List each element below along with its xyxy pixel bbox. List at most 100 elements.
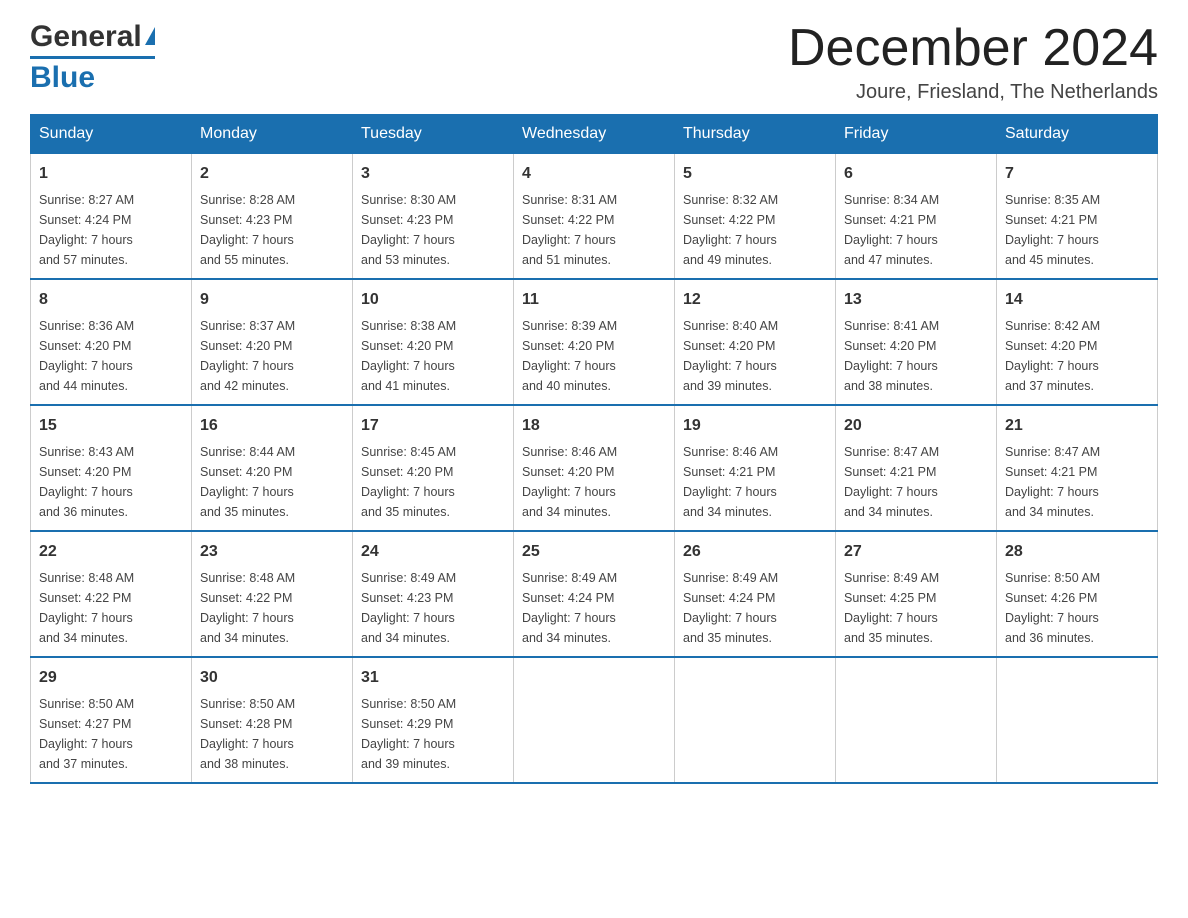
day-info: Sunrise: 8:49 AM Sunset: 4:23 PM Dayligh… xyxy=(361,568,505,648)
logo-general-text: General xyxy=(30,20,142,54)
page-header: General Blue December 2024 Joure, Friesl… xyxy=(30,20,1158,104)
calendar-cell xyxy=(675,657,836,783)
calendar-cell: 6Sunrise: 8:34 AM Sunset: 4:21 PM Daylig… xyxy=(836,154,997,280)
day-number: 22 xyxy=(39,540,183,564)
day-number: 11 xyxy=(522,288,666,312)
day-header-wednesday: Wednesday xyxy=(514,115,675,154)
day-number: 8 xyxy=(39,288,183,312)
day-info: Sunrise: 8:49 AM Sunset: 4:25 PM Dayligh… xyxy=(844,568,988,648)
day-number: 24 xyxy=(361,540,505,564)
day-info: Sunrise: 8:47 AM Sunset: 4:21 PM Dayligh… xyxy=(1005,442,1149,522)
day-info: Sunrise: 8:50 AM Sunset: 4:29 PM Dayligh… xyxy=(361,694,505,774)
calendar-header-row: SundayMondayTuesdayWednesdayThursdayFrid… xyxy=(31,115,1158,154)
day-header-sunday: Sunday xyxy=(31,115,192,154)
logo-arrow-icon xyxy=(145,27,155,45)
calendar-cell: 9Sunrise: 8:37 AM Sunset: 4:20 PM Daylig… xyxy=(192,279,353,405)
day-header-tuesday: Tuesday xyxy=(353,115,514,154)
day-number: 1 xyxy=(39,162,183,186)
day-number: 5 xyxy=(683,162,827,186)
calendar-cell: 22Sunrise: 8:48 AM Sunset: 4:22 PM Dayli… xyxy=(31,531,192,657)
day-number: 18 xyxy=(522,414,666,438)
title-section: December 2024 Joure, Friesland, The Neth… xyxy=(788,20,1158,104)
day-info: Sunrise: 8:38 AM Sunset: 4:20 PM Dayligh… xyxy=(361,316,505,396)
day-info: Sunrise: 8:40 AM Sunset: 4:20 PM Dayligh… xyxy=(683,316,827,396)
calendar-week-row: 29 Sunrise: 8:50 AM Sunset: 4:27 PM Dayli… xyxy=(31,657,1158,783)
day-info: Sunrise: 8:50 AM Sunset: 4:28 PM Dayligh… xyxy=(200,694,344,774)
day-info: Sunrise: 8:49 AM Sunset: 4:24 PM Dayligh… xyxy=(683,568,827,648)
day-info: Sunrise: 8:30 AM Sunset: 4:23 PM Dayligh… xyxy=(361,190,505,270)
day-header-monday: Monday xyxy=(192,115,353,154)
day-info: Sunrise: 8:46 AM Sunset: 4:21 PM Dayligh… xyxy=(683,442,827,522)
day-info: Sunrise: 8:45 AM Sunset: 4:20 PM Dayligh… xyxy=(361,442,505,522)
calendar-cell: 16Sunrise: 8:44 AM Sunset: 4:20 PM Dayli… xyxy=(192,405,353,531)
calendar-cell: 14 Sunrise: 8:42 AM Sunset: 4:20 PM Dayli… xyxy=(997,279,1158,405)
day-info: Sunrise: 8:49 AM Sunset: 4:24 PM Dayligh… xyxy=(522,568,666,648)
calendar-cell: 23Sunrise: 8:48 AM Sunset: 4:22 PM Dayli… xyxy=(192,531,353,657)
calendar-cell: 10 Sunrise: 8:38 AM Sunset: 4:20 PM Dayli… xyxy=(353,279,514,405)
calendar-cell: 3Sunrise: 8:30 AM Sunset: 4:23 PM Daylig… xyxy=(353,154,514,280)
day-number: 20 xyxy=(844,414,988,438)
day-number: 29 xyxy=(39,666,183,690)
logo: General Blue xyxy=(30,20,155,95)
calendar-cell: 1 Sunrise: 8:27 AM Sunset: 4:24 PM Daylig… xyxy=(31,154,192,280)
day-number: 7 xyxy=(1005,162,1149,186)
day-info: Sunrise: 8:47 AM Sunset: 4:21 PM Dayligh… xyxy=(844,442,988,522)
day-info: Sunrise: 8:39 AM Sunset: 4:20 PM Dayligh… xyxy=(522,316,666,396)
calendar-cell: 21 Sunrise: 8:47 AM Sunset: 4:21 PM Dayli… xyxy=(997,405,1158,531)
day-info: Sunrise: 8:36 AM Sunset: 4:20 PM Dayligh… xyxy=(39,316,183,396)
day-number: 13 xyxy=(844,288,988,312)
day-info: Sunrise: 8:32 AM Sunset: 4:22 PM Dayligh… xyxy=(683,190,827,270)
day-number: 19 xyxy=(683,414,827,438)
day-info: Sunrise: 8:27 AM Sunset: 4:24 PM Dayligh… xyxy=(39,190,183,270)
day-info: Sunrise: 8:41 AM Sunset: 4:20 PM Dayligh… xyxy=(844,316,988,396)
day-header-friday: Friday xyxy=(836,115,997,154)
calendar-cell: 7Sunrise: 8:35 AM Sunset: 4:21 PM Daylig… xyxy=(997,154,1158,280)
calendar-table: SundayMondayTuesdayWednesdayThursdayFrid… xyxy=(30,114,1158,784)
day-header-saturday: Saturday xyxy=(997,115,1158,154)
day-number: 30 xyxy=(200,666,344,690)
calendar-cell: 27 Sunrise: 8:49 AM Sunset: 4:25 PM Dayli… xyxy=(836,531,997,657)
calendar-cell: 2 Sunrise: 8:28 AM Sunset: 4:23 PM Daylig… xyxy=(192,154,353,280)
calendar-cell: 29 Sunrise: 8:50 AM Sunset: 4:27 PM Dayli… xyxy=(31,657,192,783)
calendar-cell: 25Sunrise: 8:49 AM Sunset: 4:24 PM Dayli… xyxy=(514,531,675,657)
day-info: Sunrise: 8:50 AM Sunset: 4:27 PM Dayligh… xyxy=(39,694,183,774)
calendar-cell: 24 Sunrise: 8:49 AM Sunset: 4:23 PM Dayli… xyxy=(353,531,514,657)
day-number: 27 xyxy=(844,540,988,564)
day-number: 14 xyxy=(1005,288,1149,312)
calendar-cell: 28 Sunrise: 8:50 AM Sunset: 4:26 PM Dayli… xyxy=(997,531,1158,657)
day-number: 2 xyxy=(200,162,344,186)
calendar-cell: 19 Sunrise: 8:46 AM Sunset: 4:21 PM Dayli… xyxy=(675,405,836,531)
calendar-cell: 18 Sunrise: 8:46 AM Sunset: 4:20 PM Dayli… xyxy=(514,405,675,531)
calendar-week-row: 22 Sunrise: 8:48 AM Sunset: 4:22 PM Dayli… xyxy=(31,531,1158,657)
calendar-cell: 31Sunrise: 8:50 AM Sunset: 4:29 PM Dayli… xyxy=(353,657,514,783)
calendar-week-row: 15Sunrise: 8:43 AM Sunset: 4:20 PM Dayli… xyxy=(31,405,1158,531)
calendar-cell: 12 Sunrise: 8:40 AM Sunset: 4:20 PM Dayli… xyxy=(675,279,836,405)
calendar-cell: 13 Sunrise: 8:41 AM Sunset: 4:20 PM Dayli… xyxy=(836,279,997,405)
day-info: Sunrise: 8:34 AM Sunset: 4:21 PM Dayligh… xyxy=(844,190,988,270)
calendar-cell: 5 Sunrise: 8:32 AM Sunset: 4:22 PM Daylig… xyxy=(675,154,836,280)
day-number: 12 xyxy=(683,288,827,312)
day-info: Sunrise: 8:48 AM Sunset: 4:22 PM Dayligh… xyxy=(200,568,344,648)
logo-blue-text: Blue xyxy=(30,56,155,95)
day-number: 15 xyxy=(39,414,183,438)
day-header-thursday: Thursday xyxy=(675,115,836,154)
day-number: 26 xyxy=(683,540,827,564)
day-number: 10 xyxy=(361,288,505,312)
location: Joure, Friesland, The Netherlands xyxy=(788,81,1158,104)
day-info: Sunrise: 8:42 AM Sunset: 4:20 PM Dayligh… xyxy=(1005,316,1149,396)
calendar-cell xyxy=(997,657,1158,783)
calendar-cell: 30 Sunrise: 8:50 AM Sunset: 4:28 PM Dayli… xyxy=(192,657,353,783)
day-number: 21 xyxy=(1005,414,1149,438)
calendar-cell: 15Sunrise: 8:43 AM Sunset: 4:20 PM Dayli… xyxy=(31,405,192,531)
day-number: 9 xyxy=(200,288,344,312)
day-number: 28 xyxy=(1005,540,1149,564)
calendar-cell: 26 Sunrise: 8:49 AM Sunset: 4:24 PM Dayli… xyxy=(675,531,836,657)
day-number: 4 xyxy=(522,162,666,186)
day-info: Sunrise: 8:46 AM Sunset: 4:20 PM Dayligh… xyxy=(522,442,666,522)
calendar-cell: 20 Sunrise: 8:47 AM Sunset: 4:21 PM Dayli… xyxy=(836,405,997,531)
day-number: 17 xyxy=(361,414,505,438)
calendar-week-row: 1 Sunrise: 8:27 AM Sunset: 4:24 PM Daylig… xyxy=(31,154,1158,280)
day-info: Sunrise: 8:28 AM Sunset: 4:23 PM Dayligh… xyxy=(200,190,344,270)
day-info: Sunrise: 8:44 AM Sunset: 4:20 PM Dayligh… xyxy=(200,442,344,522)
day-info: Sunrise: 8:50 AM Sunset: 4:26 PM Dayligh… xyxy=(1005,568,1149,648)
